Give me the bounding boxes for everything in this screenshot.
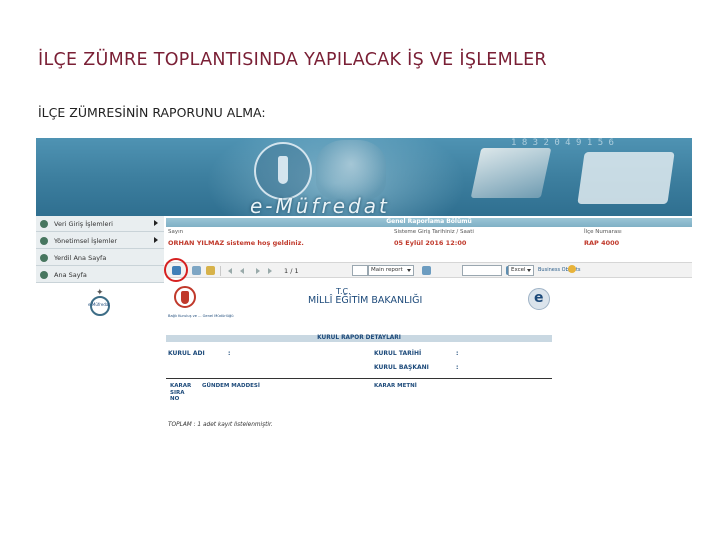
chevron-down-icon [407, 269, 411, 272]
prev-page-icon[interactable] [240, 268, 244, 274]
last-page-icon[interactable] [268, 268, 272, 274]
export-format-value: Excel [511, 267, 526, 273]
district-number-value: RAP 4000 [584, 239, 620, 247]
chevron-right-icon [154, 237, 158, 243]
sidebar-item-ana-sayfa[interactable]: Ana Sayfa [36, 267, 164, 283]
report-header-title: Genel Raporlama Bölümü [386, 218, 472, 225]
slide-subtitle: İLÇE ZÜMRESİNİN RAPORUNU ALMA: [38, 105, 266, 120]
bullet-icon [40, 253, 48, 262]
meb-logo-icon [254, 142, 312, 200]
folder-icon[interactable] [206, 266, 215, 275]
print-icon[interactable] [192, 266, 201, 275]
export-format-select[interactable]: Excel [508, 265, 534, 276]
page-indicator: 1 / 1 [284, 267, 299, 275]
next-page-icon[interactable] [256, 268, 260, 274]
report-section-bar: KURUL RAPOR DETAYLARI [166, 335, 552, 342]
login-date-value: 05 Eylül 2016 12:00 [394, 239, 467, 247]
bo-logo-icon [568, 265, 576, 273]
bullet-icon [40, 219, 48, 228]
sidebar-item-yerdil[interactable]: Yerdil Ana Sayfa [36, 250, 164, 266]
banner-brand: e-Müfredat [250, 194, 390, 216]
district-number-label: İlçe Numarası [584, 229, 622, 235]
sidebar-item-label: Yerdil Ana Sayfa [54, 253, 107, 262]
gundem-header: GÜNDEM MADDESİ [202, 383, 260, 389]
page-input[interactable] [352, 265, 368, 276]
sidebar: Veri Giriş İşlemleri Yönetimsel İşlemler… [36, 216, 164, 283]
kurul-tarihi-label: KURUL TARİHİ [374, 350, 422, 357]
welcome-value: ORHAN YILMAZ sisteme hoş geldiniz. [168, 239, 304, 247]
e-logo-icon: e [528, 288, 550, 310]
kurul-baskani-colon: : [456, 364, 459, 371]
report-header-bar: Genel Raporlama Bölümü [166, 218, 692, 227]
app-banner: 1 8 3 2 0 4 9 1 5 6 e-Müfredat [36, 138, 692, 216]
karar-metni-header: KARAR METNİ [374, 383, 417, 389]
view-select-value: Main report [371, 267, 403, 273]
kurul-baskani-label: KURUL BAŞKANI [374, 364, 429, 371]
kurul-adi-label: KURUL ADI [168, 350, 205, 357]
toolbar-separator [220, 266, 221, 276]
kurul-tarihi-colon: : [456, 350, 459, 357]
report-toolbar: 1 / 1 Main report Excel Business Objects [164, 258, 692, 282]
karar-sira-header: KARAR SIRA NO [170, 383, 192, 402]
sidebar-item-veri-giris[interactable]: Veri Giriş İşlemleri [36, 216, 164, 232]
welcome-label: Sayın [168, 229, 184, 235]
book-image [470, 148, 552, 198]
left-logo-caption: Bağlı Kuruluş ve ... Genel Müdürlüğü [168, 314, 234, 318]
e-mufredat-badge-icon: ✦ e-Müfredat [86, 288, 114, 316]
sidebar-item-label: Veri Giriş İşlemleri [54, 219, 113, 228]
chevron-right-icon [154, 220, 158, 226]
sidebar-item-yonetimsel[interactable]: Yönetimsel İşlemler [36, 233, 164, 249]
highlight-circle [164, 258, 188, 282]
kurul-adi-colon: : [228, 350, 231, 357]
bullet-icon [40, 270, 48, 279]
left-report-logo-icon [174, 286, 196, 308]
report-section-title: KURUL RAPOR DETAYLARI [317, 334, 401, 341]
view-select[interactable]: Main report [368, 265, 414, 276]
login-date-label: Sisteme Giriş Tarihiniz / Saati [394, 229, 474, 235]
sidebar-item-label: Yönetimsel İşlemler [54, 236, 118, 245]
refresh-icon[interactable] [422, 266, 431, 275]
search-input[interactable] [462, 265, 502, 276]
banner-numbers: 1 8 3 2 0 4 9 1 5 6 [511, 138, 614, 148]
app-screenshot: 1 8 3 2 0 4 9 1 5 6 e-Müfredat Veri Giri… [36, 138, 692, 438]
report-ministry: MİLLÎ EĞİTİM BAKANLIĞI [308, 295, 423, 306]
portrait-image [316, 140, 386, 200]
report-divider [166, 378, 552, 379]
first-page-icon[interactable] [228, 268, 232, 274]
chevron-down-icon [527, 269, 531, 272]
laptop-image [577, 152, 675, 204]
bullet-icon [40, 236, 48, 245]
slide-title: İLÇE ZÜMRE TOPLANTISINDA YAPILACAK İŞ VE… [38, 50, 547, 70]
report-total: TOPLAM : 1 adet kayıt listelenmiştir. [168, 422, 273, 428]
sidebar-item-label: Ana Sayfa [54, 270, 87, 279]
badge-label: e-Müfredat [88, 302, 110, 307]
